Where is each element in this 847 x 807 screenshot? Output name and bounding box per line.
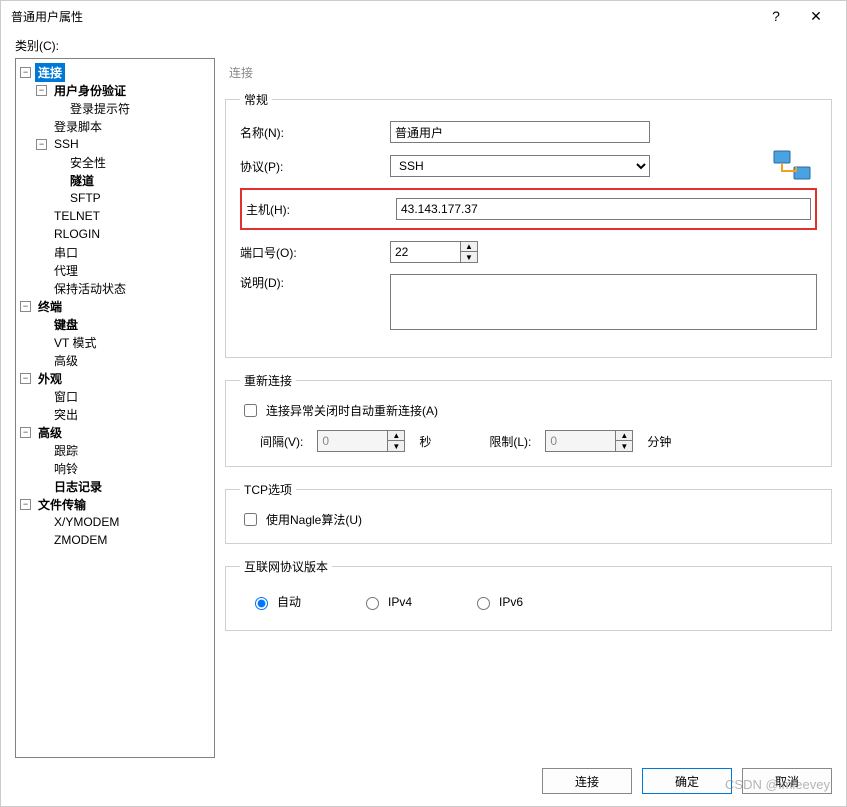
ip-auto-option[interactable]: 自动 — [250, 593, 301, 610]
tree-toggle-icon[interactable]: − — [20, 373, 31, 384]
reconnect-group: 重新连接 连接异常关闭时自动重新连接(A) 间隔(V): ▲▼ 秒 限制(L): — [225, 372, 832, 467]
tree-item-advanced[interactable]: 高级 — [35, 423, 65, 442]
host-input[interactable] — [396, 198, 811, 220]
close-button[interactable]: ✕ — [796, 2, 836, 30]
cancel-button[interactable]: 取消 — [742, 768, 832, 794]
tree-item-connection[interactable]: 连接 — [35, 63, 65, 82]
titlebar: 普通用户属性 ? ✕ — [1, 1, 846, 31]
ipversion-legend: 互联网协议版本 — [240, 558, 332, 575]
tree-item-ssh[interactable]: SSH — [51, 136, 82, 152]
tree-item-sftp[interactable]: SFTP — [67, 190, 104, 206]
chevron-up-icon[interactable]: ▲ — [461, 242, 477, 252]
tree-item-highlight[interactable]: 突出 — [51, 405, 81, 424]
limit-spinner: ▲▼ — [545, 430, 633, 452]
port-spinner[interactable]: ▲▼ — [390, 241, 478, 263]
tree-item-logging[interactable]: 日志记录 — [51, 477, 105, 496]
tree-item-terminal[interactable]: 终端 — [35, 297, 65, 316]
tree-item-login-script[interactable]: 登录脚本 — [51, 117, 105, 136]
reconnect-legend: 重新连接 — [240, 372, 296, 389]
tree-item-advanced-term[interactable]: 高级 — [51, 351, 81, 370]
tree-item-keyboard[interactable]: 键盘 — [51, 315, 81, 334]
ip-v4-radio[interactable] — [366, 597, 379, 610]
general-group: 常规 名称(N): 协议(P): SSH 主机(H): — [225, 91, 832, 358]
tree-item-trace[interactable]: 跟踪 — [51, 441, 81, 460]
chevron-down-icon: ▼ — [616, 441, 632, 451]
name-input[interactable] — [390, 121, 650, 143]
tree-item-filetransfer[interactable]: 文件传输 — [35, 495, 89, 514]
tree-item-telnet[interactable]: TELNET — [51, 208, 103, 224]
protocol-label: 协议(P): — [240, 158, 390, 175]
tree-toggle-icon[interactable]: − — [20, 301, 31, 312]
tree-toggle-icon[interactable]: − — [20, 499, 31, 510]
chevron-up-icon: ▲ — [616, 431, 632, 441]
tree-item-security[interactable]: 安全性 — [67, 153, 109, 172]
tree-item-window[interactable]: 窗口 — [51, 387, 81, 406]
nagle-label: 使用Nagle算法(U) — [266, 511, 362, 528]
desc-label: 说明(D): — [240, 274, 390, 291]
category-label: 类别(C): — [1, 31, 846, 58]
protocol-select[interactable]: SSH — [390, 155, 650, 177]
chevron-down-icon: ▼ — [388, 441, 404, 451]
tree-toggle-icon[interactable]: − — [20, 67, 31, 78]
ipversion-group: 互联网协议版本 自动 IPv4 IPv6 — [225, 558, 832, 631]
chevron-down-icon[interactable]: ▼ — [461, 252, 477, 262]
limit-unit: 分钟 — [647, 433, 671, 450]
help-button[interactable]: ? — [756, 2, 796, 30]
tree-item-rlogin[interactable]: RLOGIN — [51, 226, 103, 242]
category-tree[interactable]: −连接 −用户身份验证 登录提示符 登录脚本 −SSH 安全性 — [15, 58, 215, 758]
auto-reconnect-checkbox[interactable] — [244, 404, 257, 417]
dialog-window: 普通用户属性 ? ✕ 类别(C): −连接 −用户身份验证 登录提示符 登录脚本 — [0, 0, 847, 807]
tcp-legend: TCP选项 — [240, 481, 296, 498]
tcp-group: TCP选项 使用Nagle算法(U) — [225, 481, 832, 544]
settings-panel: 连接 常规 名称(N): 协议(P): SSH 主机(H): — [225, 58, 832, 758]
ip-v6-option[interactable]: IPv6 — [472, 593, 523, 610]
tree-item-xymodem[interactable]: X/YMODEM — [51, 514, 122, 530]
tree-toggle-icon[interactable]: − — [20, 427, 31, 438]
general-legend: 常规 — [240, 91, 272, 108]
network-icon — [772, 149, 812, 185]
name-label: 名称(N): — [240, 124, 390, 141]
port-label: 端口号(O): — [240, 244, 390, 261]
tree-item-auth[interactable]: 用户身份验证 — [51, 81, 129, 100]
interval-spinner: ▲▼ — [317, 430, 405, 452]
tree-item-proxy[interactable]: 代理 — [51, 261, 81, 280]
limit-input — [545, 430, 615, 452]
tree-toggle-icon[interactable]: − — [36, 139, 47, 150]
connect-button[interactable]: 连接 — [542, 768, 632, 794]
interval-unit: 秒 — [419, 433, 431, 450]
nagle-checkbox[interactable] — [244, 513, 257, 526]
tree-item-login-prompt[interactable]: 登录提示符 — [67, 99, 133, 118]
window-title: 普通用户属性 — [11, 8, 756, 25]
tree-item-appearance[interactable]: 外观 — [35, 369, 65, 388]
host-label: 主机(H): — [246, 201, 396, 218]
tree-item-serial[interactable]: 串口 — [51, 243, 81, 262]
chevron-up-icon: ▲ — [388, 431, 404, 441]
ip-auto-radio[interactable] — [255, 597, 268, 610]
tree-toggle-icon[interactable]: − — [36, 85, 47, 96]
tree-item-vtmode[interactable]: VT 模式 — [51, 333, 99, 352]
ok-button[interactable]: 确定 — [642, 768, 732, 794]
auto-reconnect-label: 连接异常关闭时自动重新连接(A) — [266, 402, 438, 419]
limit-label: 限制(L): — [489, 433, 531, 450]
interval-input — [317, 430, 387, 452]
desc-textarea[interactable] — [390, 274, 817, 330]
port-input[interactable] — [390, 241, 460, 263]
tree-item-bell[interactable]: 响铃 — [51, 459, 81, 478]
ip-v6-radio[interactable] — [477, 597, 490, 610]
interval-label: 间隔(V): — [260, 433, 303, 450]
ip-v4-option[interactable]: IPv4 — [361, 593, 412, 610]
dialog-buttons: 连接 确定 取消 — [1, 758, 846, 806]
tree-item-keepalive[interactable]: 保持活动状态 — [51, 279, 129, 298]
tree-item-tunnel[interactable]: 隧道 — [67, 171, 97, 190]
panel-heading: 连接 — [225, 58, 832, 91]
tree-item-zmodem[interactable]: ZMODEM — [51, 532, 110, 548]
